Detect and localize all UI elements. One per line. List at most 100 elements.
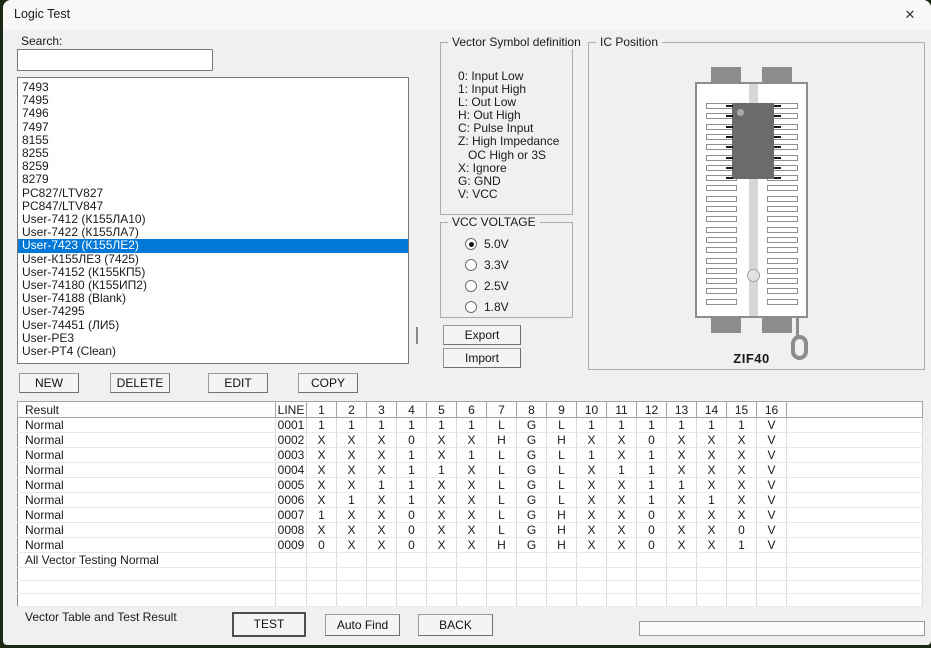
- pin-slot: [706, 185, 737, 191]
- import-button[interactable]: Import: [443, 348, 521, 368]
- pin-cell: L: [487, 523, 517, 538]
- pin-cell: [397, 553, 427, 568]
- zif-socket-graphic: [695, 67, 808, 333]
- radio-icon[interactable]: [465, 238, 477, 250]
- pin-cell: [307, 581, 337, 594]
- pin-cell: [607, 594, 637, 607]
- pin-slot: [767, 278, 798, 284]
- pin-cell: G: [517, 493, 547, 508]
- list-item[interactable]: 7493: [18, 81, 408, 94]
- pin-cell: X: [427, 478, 457, 493]
- pin-slot: [706, 288, 737, 294]
- test-button[interactable]: TEST: [232, 612, 306, 637]
- radio-icon[interactable]: [465, 259, 477, 271]
- pin-cell: 0: [397, 538, 427, 553]
- result-table: ResultLINE12345678910111213141516 Normal…: [17, 401, 923, 607]
- pin-slot: [706, 206, 737, 212]
- edit-button[interactable]: EDIT: [208, 373, 268, 393]
- pin-cell: 0: [637, 508, 667, 523]
- result-cell: Normal: [18, 478, 276, 493]
- radio-icon[interactable]: [465, 301, 477, 313]
- ic-listbox[interactable]: 74937495749674978155825582598279PC827/LT…: [17, 77, 409, 364]
- pin-cell: L: [487, 478, 517, 493]
- pin-cell: 0: [397, 433, 427, 448]
- list-item[interactable]: 7497: [18, 121, 408, 134]
- pin-cell: 1: [577, 448, 607, 463]
- filler-cell: [787, 433, 923, 448]
- list-item[interactable]: PC827/LTV827: [18, 187, 408, 200]
- vector-symbol-line: V: VCC: [458, 188, 559, 201]
- pin-cell: X: [307, 433, 337, 448]
- radio-icon[interactable]: [465, 280, 477, 292]
- pin-cell: X: [457, 508, 487, 523]
- pin-cell: [457, 594, 487, 607]
- list-item[interactable]: 8259: [18, 160, 408, 173]
- filler-cell: [787, 581, 923, 594]
- pin-cell: 0: [637, 433, 667, 448]
- list-item[interactable]: User-PT4 (Clean): [18, 345, 408, 358]
- search-input[interactable]: [17, 49, 213, 71]
- pin-cell: L: [487, 493, 517, 508]
- pin-cell: G: [517, 433, 547, 448]
- pin-cell: [397, 568, 427, 581]
- pin-cell: [757, 553, 787, 568]
- pin-cell: X: [307, 478, 337, 493]
- vcc-option-5.0V[interactable]: 5.0V: [465, 237, 509, 251]
- pin-cell: [337, 594, 367, 607]
- auto-find-button[interactable]: Auto Find: [325, 614, 400, 636]
- vector-symbol-line: Z: High Impedance: [458, 135, 559, 148]
- header-row: ResultLINE12345678910111213141516: [18, 402, 923, 418]
- pin-cell: V: [757, 448, 787, 463]
- pin-cell: X: [307, 448, 337, 463]
- list-item[interactable]: User-74295: [18, 305, 408, 318]
- pin-cell: G: [517, 418, 547, 433]
- pin-cell: 0: [637, 523, 667, 538]
- copy-button[interactable]: COPY: [298, 373, 358, 393]
- list-item[interactable]: User-74451 (ЛИ5): [18, 319, 408, 332]
- list-item[interactable]: User-К155ЛЕ3 (7425): [18, 253, 408, 266]
- filler-cell: [787, 418, 923, 433]
- list-item[interactable]: 8155: [18, 134, 408, 147]
- close-icon[interactable]: ✕: [894, 2, 926, 28]
- filler-cell: [787, 594, 923, 607]
- column-header: 2: [337, 402, 367, 418]
- back-button[interactable]: BACK: [418, 614, 493, 636]
- line-cell: 0004: [276, 463, 307, 478]
- column-header: 11: [607, 402, 637, 418]
- delete-button[interactable]: DELETE: [110, 373, 170, 393]
- pin-cell: X: [697, 508, 727, 523]
- result-cell: All Vector Testing Normal: [18, 553, 276, 568]
- new-button[interactable]: NEW: [19, 373, 79, 393]
- list-item[interactable]: 8255: [18, 147, 408, 160]
- pin-cell: [397, 581, 427, 594]
- pin-cell: X: [367, 463, 397, 478]
- pin-slot: [706, 258, 737, 264]
- pin-tick: [726, 126, 733, 128]
- pin-cell: X: [577, 523, 607, 538]
- pin-cell: L: [487, 508, 517, 523]
- pin-cell: X: [337, 508, 367, 523]
- pin-cell: X: [667, 538, 697, 553]
- column-header: 12: [637, 402, 667, 418]
- export-button[interactable]: Export: [443, 325, 521, 345]
- pin-cell: X: [607, 433, 637, 448]
- vcc-option-label: 1.8V: [484, 300, 509, 314]
- vcc-option-2.5V[interactable]: 2.5V: [465, 279, 509, 293]
- vcc-voltage-group: VCC VOLTAGE 5.0V3.3V2.5V1.8V: [440, 222, 573, 318]
- vcc-option-3.3V[interactable]: 3.3V: [465, 258, 509, 272]
- vector-symbol-line: OC High or 3S: [458, 149, 559, 162]
- progress-bar: [639, 621, 925, 636]
- vcc-option-label: 2.5V: [484, 279, 509, 293]
- list-item[interactable]: User-7423 (К155ЛЕ2): [18, 239, 408, 252]
- pin-cell: [637, 553, 667, 568]
- result-cell: Normal: [18, 493, 276, 508]
- pin-cell: [697, 553, 727, 568]
- pin-cell: V: [757, 418, 787, 433]
- pin-cell: [307, 594, 337, 607]
- table-body: Normal0001111111LGL111111VNormal0002XXX0…: [18, 418, 923, 607]
- list-item[interactable]: 7495: [18, 94, 408, 107]
- list-item[interactable]: 8279: [18, 173, 408, 186]
- list-item[interactable]: 7496: [18, 107, 408, 120]
- pin-slot: [706, 299, 737, 305]
- vcc-option-1.8V[interactable]: 1.8V: [465, 300, 509, 314]
